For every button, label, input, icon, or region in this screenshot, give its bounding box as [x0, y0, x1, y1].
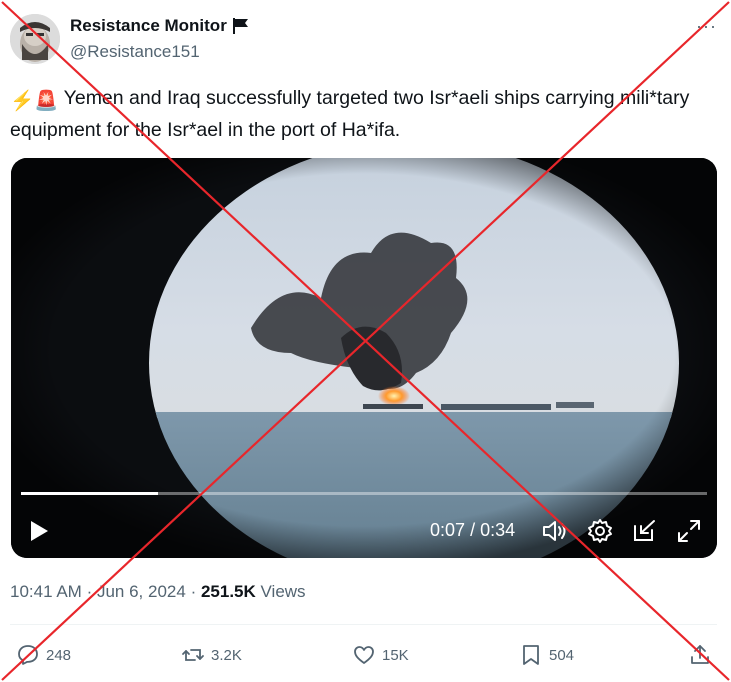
author-handle[interactable]: @Resistance151: [70, 42, 200, 62]
reply-count: 248: [46, 646, 72, 664]
fullscreen-icon[interactable]: [676, 518, 702, 544]
volume-icon[interactable]: [541, 518, 567, 544]
like-button[interactable]: 15K: [352, 643, 409, 667]
repost-icon: [182, 649, 204, 661]
tweet-meta: 10:41 AM · Jun 6, 2024 · 251.5K Views: [10, 582, 306, 602]
author-name-row: Resistance Monitor: [70, 16, 251, 36]
reply-button[interactable]: 248: [16, 643, 71, 667]
bookmark-icon: [523, 645, 539, 665]
avatar-image: [10, 14, 60, 64]
heart-icon: [354, 646, 374, 664]
meta-separator: ·: [86, 582, 93, 601]
like-count: 15K: [382, 646, 409, 664]
play-icon[interactable]: [27, 518, 51, 544]
flag-icon: [232, 18, 248, 34]
video-player[interactable]: 0:07 / 0:34: [11, 158, 717, 558]
divider: [10, 624, 717, 625]
tweet-date[interactable]: Jun 6, 2024: [97, 582, 186, 601]
video-progress-fill: [21, 492, 159, 495]
duration: 0:34: [480, 520, 516, 540]
share-icon: [691, 645, 709, 664]
views-label: Views: [255, 582, 306, 601]
avatar[interactable]: [10, 14, 60, 64]
lightning-siren-emoji: ⚡🚨: [10, 90, 59, 112]
bookmark-count: 504: [549, 646, 575, 664]
share-button[interactable]: [688, 643, 712, 667]
video-progress-bar[interactable]: [21, 492, 707, 495]
repost-count: 3.2K: [211, 646, 242, 664]
current-time: 0:07: [430, 520, 466, 540]
tweet-text: ⚡🚨 Yemen and Iraq successfully targeted …: [10, 84, 710, 145]
tweet-body: Yemen and Iraq successfully targeted two…: [10, 87, 690, 141]
bookmark-button[interactable]: 504: [519, 643, 574, 667]
tweet-time[interactable]: 10:41 AM: [10, 582, 82, 601]
meta-separator: ·: [190, 582, 197, 601]
more-options-button[interactable]: ···: [696, 16, 717, 37]
picture-in-picture-icon[interactable]: [632, 518, 658, 544]
time-separator: /: [470, 520, 476, 540]
reply-icon: [18, 645, 38, 665]
view-count: 251.5K: [200, 582, 256, 601]
repost-button[interactable]: 3.2K: [181, 643, 242, 667]
video-time: 0:07 / 0:34: [430, 520, 515, 541]
settings-gear-icon[interactable]: [587, 518, 613, 544]
video-frame: [11, 158, 717, 558]
display-name[interactable]: Resistance Monitor: [70, 16, 227, 36]
